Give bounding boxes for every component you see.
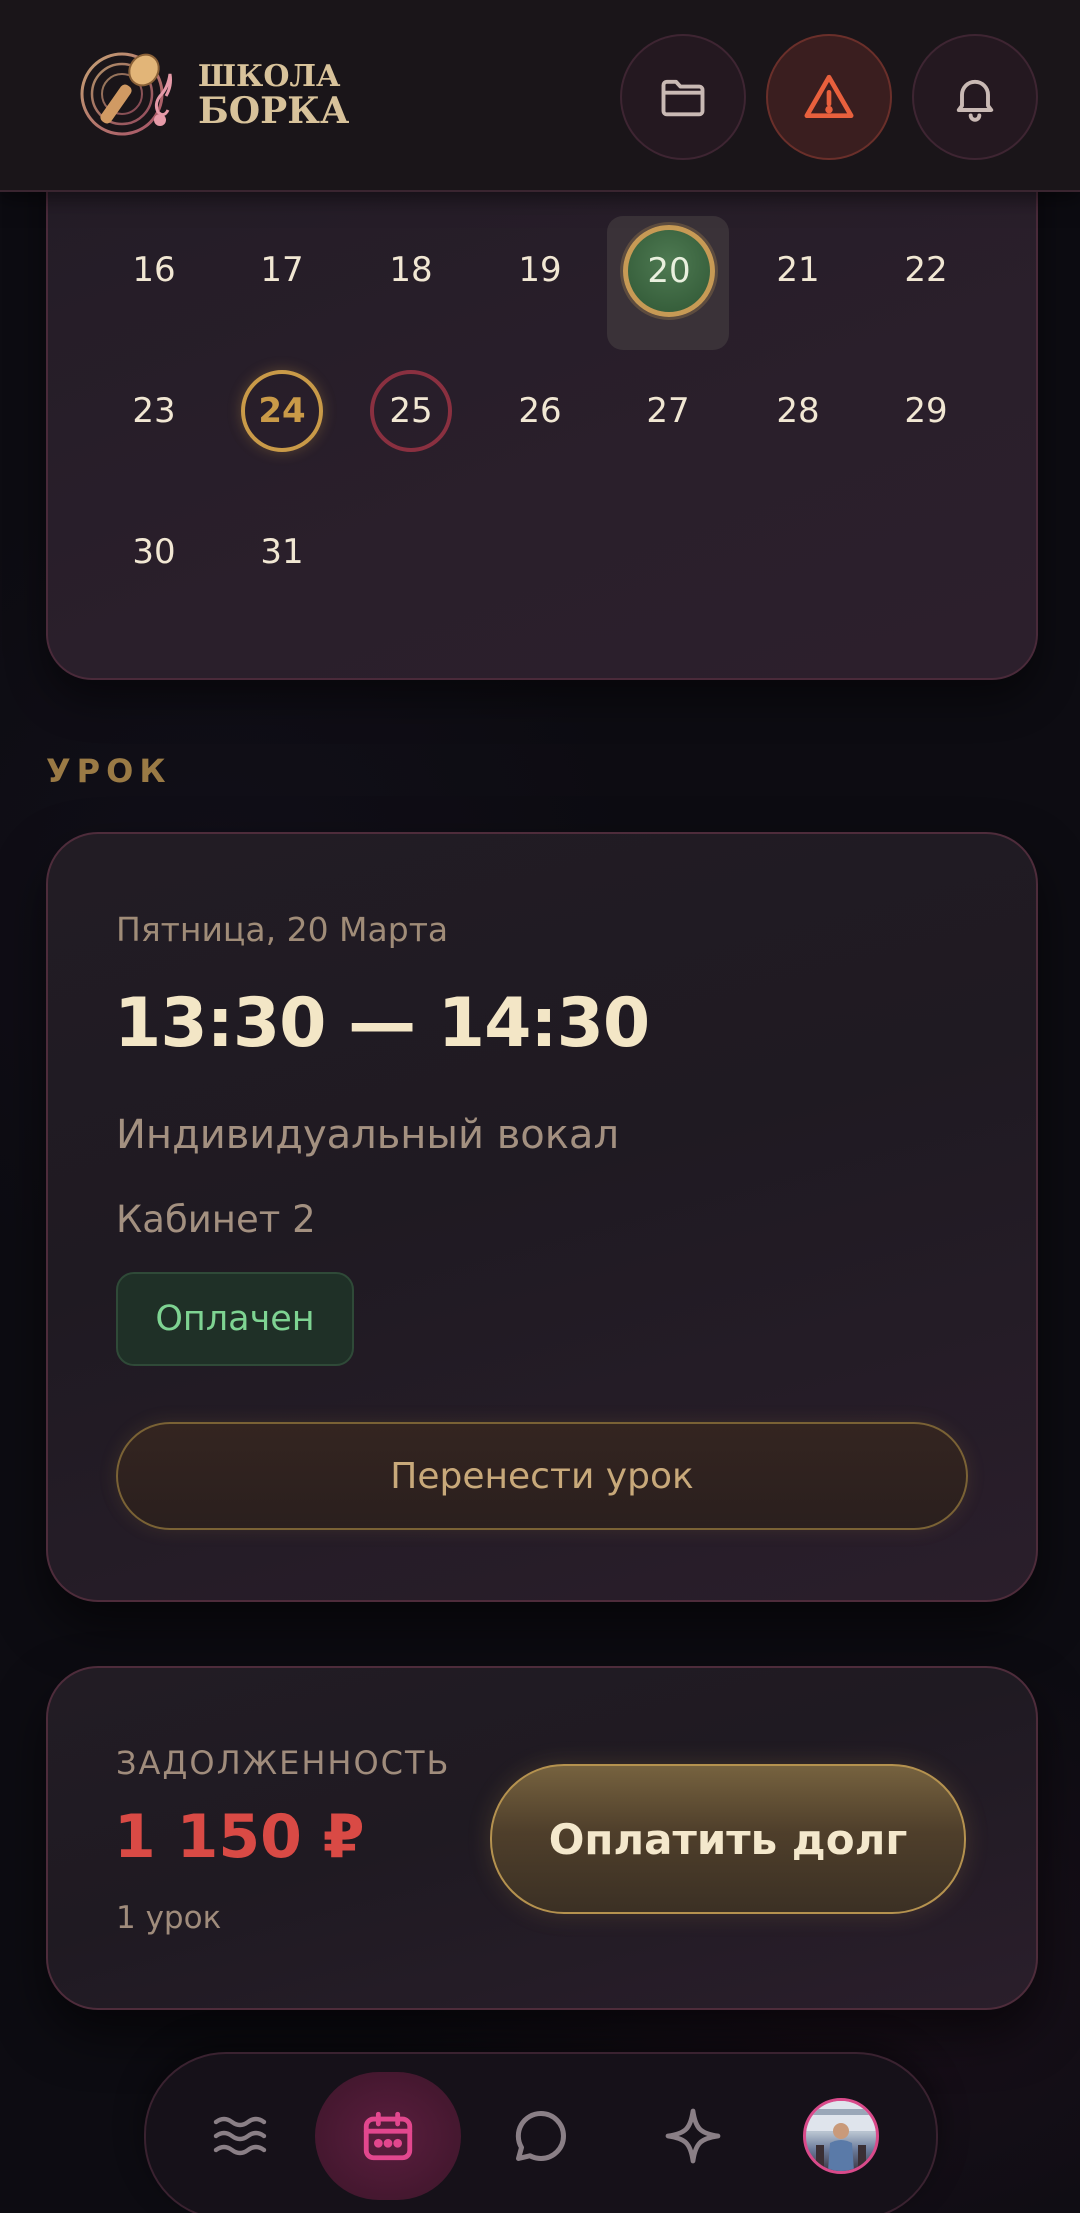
calendar-day[interactable]: 26	[495, 366, 585, 456]
reschedule-button[interactable]: Перенести урок	[116, 1422, 968, 1530]
calendar-day-selected[interactable]: 20	[623, 225, 715, 317]
debt-card: ЗАДОЛЖЕННОСТЬ 1 150 ₽ 1 урок Оплатить до…	[46, 1666, 1038, 2010]
lesson-room: Кабинет 2	[116, 1198, 316, 1241]
status-badge: Оплачен	[116, 1272, 354, 1366]
calendar-day-red[interactable]: 25	[370, 370, 452, 452]
pay-debt-button[interactable]: Оплатить долг	[490, 1764, 966, 1914]
calendar-day[interactable]: 19	[495, 225, 585, 315]
lesson-date: Пятница, 20 Марта	[116, 910, 449, 949]
alert-button[interactable]	[766, 34, 892, 160]
menu-icon	[213, 2116, 267, 2156]
lesson-type: Индивидуальный вокал	[116, 1112, 620, 1158]
section-title: УРОК	[46, 752, 172, 790]
avatar	[803, 2098, 879, 2174]
nav-profile[interactable]	[768, 2072, 914, 2200]
calendar-day[interactable]: 27	[623, 366, 713, 456]
calendar-icon	[363, 2111, 413, 2161]
debt-amount: 1 150 ₽	[114, 1802, 365, 1872]
debt-lesson-count: 1 урок	[116, 1900, 222, 1936]
logo-line1: ШКОЛА	[198, 59, 341, 94]
nav-chat[interactable]	[468, 2072, 614, 2200]
calendar-day[interactable]: 28	[753, 366, 843, 456]
lesson-card: Пятница, 20 Марта 13:30 — 14:30 Индивиду…	[46, 832, 1038, 1602]
nav-sparkle[interactable]	[620, 2072, 766, 2200]
calendar-day[interactable]: 18	[366, 225, 456, 315]
notifications-button[interactable]	[912, 34, 1038, 160]
calendar-day[interactable]: 31	[237, 507, 327, 597]
alert-icon	[804, 74, 854, 118]
calendar-day[interactable]: 22	[881, 225, 971, 315]
bell-icon	[956, 79, 994, 122]
chat-icon	[515, 2110, 566, 2161]
folder-icon	[661, 79, 705, 117]
school-logo[interactable]: ШКОЛА БОРКА	[78, 46, 349, 146]
calendar-day[interactable]: 17	[237, 225, 327, 315]
calendar-day[interactable]: 23	[109, 366, 199, 456]
calendar-day[interactable]: 30	[109, 507, 199, 597]
calendar-day[interactable]: 21	[753, 225, 843, 315]
bottom-navigation	[144, 2052, 938, 2213]
calendar-day[interactable]: 29	[881, 366, 971, 456]
calendar-day[interactable]: 16	[109, 225, 199, 315]
lesson-time: 13:30 — 14:30	[114, 984, 650, 1063]
microphone-logo-icon	[80, 52, 172, 136]
logo-text: ШКОЛА БОРКА	[198, 59, 350, 132]
calendar-day-gold[interactable]: 24	[241, 370, 323, 452]
folder-button[interactable]	[620, 34, 746, 160]
sparkle-icon	[665, 2108, 721, 2164]
debt-label: ЗАДОЛЖЕННОСТЬ	[116, 1744, 451, 1782]
nav-menu[interactable]	[167, 2072, 313, 2200]
nav-calendar[interactable]	[315, 2072, 461, 2200]
logo-line2: БОРКА	[198, 90, 350, 132]
app-header: ШКОЛА БОРКА	[0, 0, 1080, 192]
